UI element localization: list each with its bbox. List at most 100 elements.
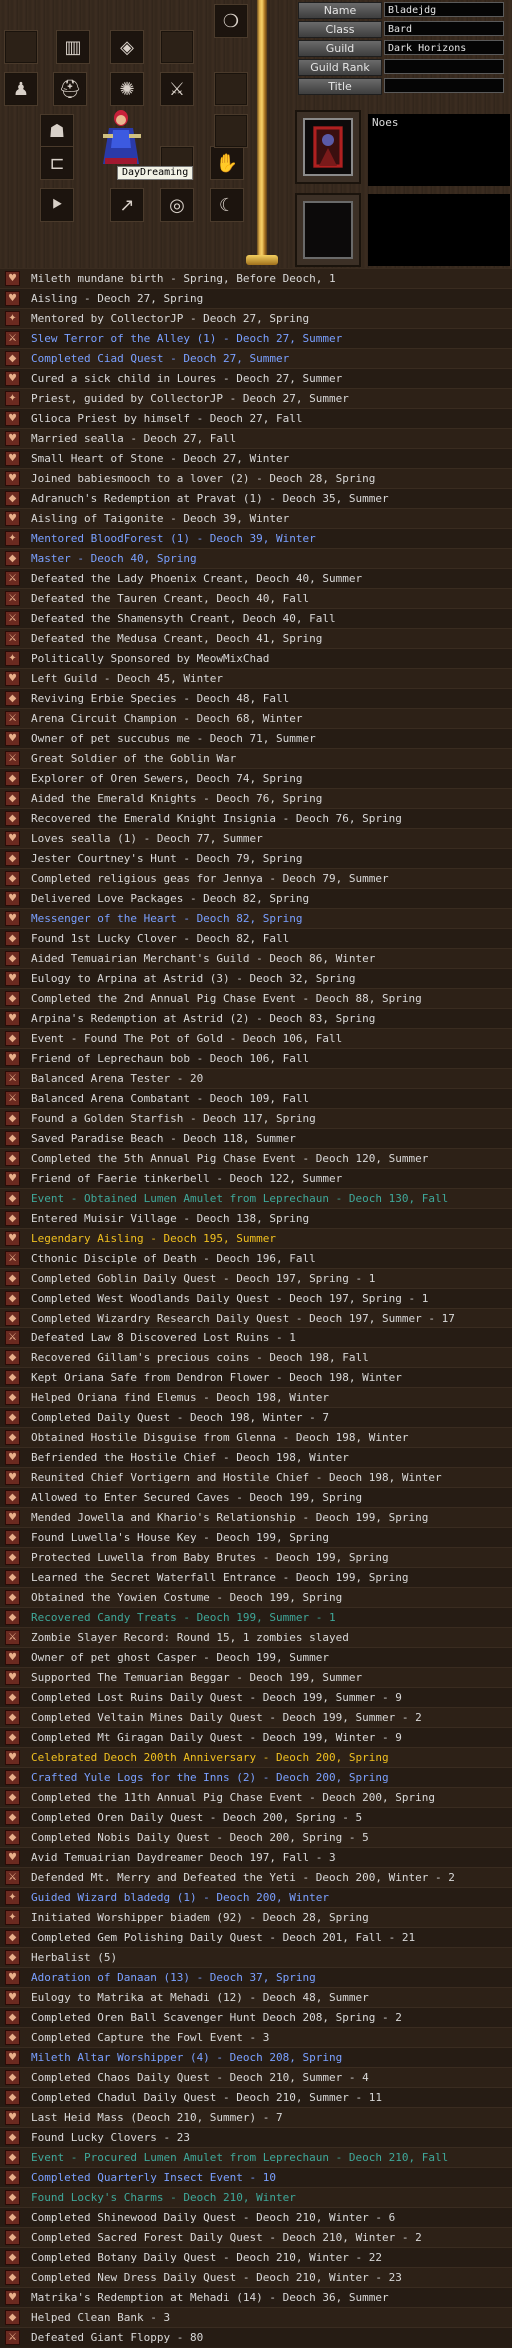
legend-item: ⚔ Defended Mt. Merry and Defeated the Yet… bbox=[0, 1867, 512, 1888]
legend-text: Adoration of Danaan (13) - Deoch 37, Spr… bbox=[31, 1971, 316, 1985]
empty-equipment-slot[interactable] bbox=[214, 114, 248, 148]
sword-icon: ⚔ bbox=[5, 750, 20, 766]
equipment-slot[interactable]: ☾ bbox=[210, 188, 244, 222]
equipment-slot[interactable]: ◎ bbox=[160, 188, 194, 222]
legend-item: ◆ Aided the Emerald Knights - Deoch 76, S… bbox=[0, 787, 512, 808]
legend-text: Jester Courtney's Hunt - Deoch 79, Sprin… bbox=[31, 851, 303, 865]
legend-item: ♥ Befriended the Hostile Chief - Deoch 19… bbox=[0, 1447, 512, 1467]
legend-item: ♥ Small Heart of Stone - Deoch 27, Winter bbox=[0, 447, 512, 468]
legend-item: ◆ Completed Nobis Daily Quest - Deoch 200… bbox=[0, 1827, 512, 1848]
quest-icon: ◆ bbox=[5, 790, 20, 806]
equipment-slot[interactable]: ⚔ bbox=[160, 72, 194, 106]
legend-text: Eulogy to Arpina at Astrid (3) - Deoch 3… bbox=[31, 971, 356, 985]
legend-item: ♥ Last Heid Mass (Deoch 210, Summer) - 7 bbox=[0, 2107, 512, 2128]
legend-text: Completed Ciad Quest - Deoch 27, Summer bbox=[31, 351, 290, 365]
equipment-slot[interactable]: ◈ bbox=[110, 30, 144, 64]
legend-text: Reunited Chief Vortigern and Hostile Chi… bbox=[31, 1471, 442, 1485]
legend-text: Explorer of Oren Sewers, Deoch 74, Sprin… bbox=[31, 771, 303, 785]
legend-text: Friend of Faerie tinkerbell - Deoch 122,… bbox=[31, 1171, 343, 1185]
info-label: Guild Rank bbox=[298, 59, 382, 76]
legend-text: Messenger of the Heart - Deoch 82, Sprin… bbox=[31, 911, 303, 925]
quest-icon: ◆ bbox=[5, 1930, 20, 1946]
legend-text: Owner of pet succubus me - Deoch 71, Sum… bbox=[31, 731, 316, 745]
legend-item: ♥ Mended Jowella and Khario's Relationshi… bbox=[0, 1507, 512, 1528]
legend-item: ♥ Owner of pet succubus me - Deoch 71, Su… bbox=[0, 727, 512, 748]
legend-item: ◆ Completed Chadul Daily Quest - Deoch 21… bbox=[0, 2087, 512, 2107]
legend-text: Supported The Temuarian Beggar - Deoch 1… bbox=[31, 1671, 363, 1685]
equipment-slot[interactable]: ▥ bbox=[56, 30, 90, 64]
heart-icon: ♥ bbox=[5, 1970, 20, 1986]
legend-item: ◆ Recovered Candy Treats - Deoch 199, Sum… bbox=[0, 1607, 512, 1627]
empty-equipment-slot[interactable] bbox=[4, 30, 38, 64]
legend-item: ◆ Completed Ciad Quest - Deoch 27, Summer bbox=[0, 347, 512, 368]
legend-text: Priest, guided by CollectorJP - Deoch 27… bbox=[31, 391, 349, 405]
legend-text: Defeated Law 8 Discovered Lost Ruins - 1 bbox=[31, 1331, 296, 1345]
heart-icon: ♥ bbox=[5, 2110, 20, 2126]
legend-text: Found a Golden Starfish - Deoch 117, Spr… bbox=[31, 1111, 316, 1125]
empty-equipment-slot[interactable] bbox=[160, 30, 194, 64]
legend-text: Completed Capture the Fowl Event - 3 bbox=[31, 2031, 270, 2045]
quest-icon: ◆ bbox=[5, 1550, 20, 1566]
legend-item: ◆ Completed religious geas for Jennya - D… bbox=[0, 867, 512, 888]
legend-item: ♥ Matrika's Redemption at Mehadi (14) - D… bbox=[0, 2287, 512, 2307]
legend-list[interactable]: ♥ Mileth mundane birth - Spring, Before D… bbox=[0, 268, 512, 2347]
legend-item: ◆ Obtained the Yowien Costume - Deoch 199… bbox=[0, 1587, 512, 1608]
legend-text: Saved Paradise Beach - Deoch 118, Summer bbox=[31, 1131, 296, 1145]
equipment-slot[interactable]: ♟ bbox=[4, 72, 38, 106]
legend-text: Completed Goblin Daily Quest - Deoch 197… bbox=[31, 1271, 376, 1285]
equipment-slot[interactable]: ☗ bbox=[40, 114, 74, 148]
legend-text: Loves sealla (1) - Deoch 77, Summer bbox=[31, 831, 263, 845]
legend-item: ♥ Owner of pet ghost Casper - Deoch 199, … bbox=[0, 1647, 512, 1667]
equipment-slot[interactable]: ✺ bbox=[110, 72, 144, 106]
legend-item: ◆ Completed Oren Daily Quest - Deoch 200,… bbox=[0, 1807, 512, 1827]
legend-item: ◆ Completed Daily Quest - Deoch 198, Wint… bbox=[0, 1407, 512, 1427]
quest-icon: ◆ bbox=[5, 2010, 20, 2026]
equipment-slot[interactable]: ↗ bbox=[110, 188, 144, 222]
legend-item: ◆ Completed Chaos Daily Quest - Deoch 210… bbox=[0, 2067, 512, 2088]
legend-item: ♥ Messenger of the Heart - Deoch 82, Spri… bbox=[0, 907, 512, 928]
quest-icon: ◆ bbox=[5, 1590, 20, 1606]
legend-item: ✦ Initiated Worshipper biadem (92) - Deoc… bbox=[0, 1907, 512, 1928]
legend-item: ♥ Arpina's Redemption at Astrid (2) - Deo… bbox=[0, 1007, 512, 1028]
legend-text: Friend of Leprechaun bob - Deoch 106, Fa… bbox=[31, 1051, 310, 1065]
empty-equipment-slot[interactable] bbox=[214, 72, 248, 106]
equipment-slot[interactable]: ⯈ bbox=[40, 188, 74, 222]
fan-icon: ✺ bbox=[119, 78, 135, 100]
heart-icon: ♥ bbox=[5, 450, 20, 466]
quest-icon: ◆ bbox=[5, 1290, 20, 1306]
legend-text: Eulogy to Matrika at Mehadi (12) - Deoch… bbox=[31, 1991, 369, 2005]
legend-item: ✦ Guided Wizard bladedg (1) - Deoch 200, … bbox=[0, 1887, 512, 1907]
quest-icon: ◆ bbox=[5, 2230, 20, 2246]
quest-icon: ◆ bbox=[5, 550, 20, 566]
heart-icon: ♥ bbox=[5, 670, 20, 686]
legend-text: Celebrated Deoch 200th Anniversary - Deo… bbox=[31, 1751, 389, 1765]
legend-text: Protected Luwella from Baby Brutes - Deo… bbox=[31, 1551, 389, 1565]
heart-icon: ♥ bbox=[5, 1510, 20, 1526]
equipment-slot[interactable]: ⛑ bbox=[53, 72, 87, 106]
legend-item: ◆ Completed Mt Giragan Daily Quest - Deoc… bbox=[0, 1727, 512, 1747]
equipment-slot[interactable]: ⊏ bbox=[40, 146, 74, 180]
legend-text: Completed Lost Ruins Daily Quest - Deoch… bbox=[31, 1691, 402, 1705]
equipment-slot[interactable]: ❍ bbox=[214, 4, 248, 38]
legend-text: Completed Chaos Daily Quest - Deoch 210,… bbox=[31, 2071, 369, 2085]
legend-item: ♥ Delivered Love Packages - Deoch 82, Spr… bbox=[0, 887, 512, 908]
legend-text: Completed Oren Ball Scavenger Hunt Deoch… bbox=[31, 2011, 402, 2025]
legend-text: Cured a sick child in Loures - Deoch 27,… bbox=[31, 371, 343, 385]
legend-text: Completed Veltain Mines Daily Quest - De… bbox=[31, 1711, 422, 1725]
legend-text: Aided the Emerald Knights - Deoch 76, Sp… bbox=[31, 791, 323, 805]
legend-item: ⚔ Balanced Arena Combatant - Deoch 109, F… bbox=[0, 1087, 512, 1108]
legend-item: ◆ Completed Capture the Fowl Event - 3 bbox=[0, 2027, 512, 2048]
heart-icon: ♥ bbox=[5, 910, 20, 926]
legend-item: ◆ Completed the 2nd Annual Pig Chase Even… bbox=[0, 987, 512, 1008]
quest-icon: ◆ bbox=[5, 2150, 20, 2166]
legend-item: ⚔ Defeated the Lady Phoenix Creant, Deoch… bbox=[0, 567, 512, 588]
legend-item: ◆ Completed the 5th Annual Pig Chase Even… bbox=[0, 1147, 512, 1168]
legend-item: ◆ Event - Obtained Lumen Amulet from Lepr… bbox=[0, 1187, 512, 1208]
info-label: Title bbox=[298, 78, 382, 95]
legend-text: Small Heart of Stone - Deoch 27, Winter bbox=[31, 451, 290, 465]
legend-text: Helped Oriana find Elemus - Deoch 198, W… bbox=[31, 1391, 330, 1405]
legend-text: Found Locky's Charms - Deoch 210, Winter bbox=[31, 2191, 296, 2205]
equipment-slot[interactable]: ✋ bbox=[210, 146, 244, 180]
legend-item: ◆ Protected Luwella from Baby Brutes - De… bbox=[0, 1547, 512, 1568]
legend-item: ◆ Helped Oriana find Elemus - Deoch 198, … bbox=[0, 1387, 512, 1408]
